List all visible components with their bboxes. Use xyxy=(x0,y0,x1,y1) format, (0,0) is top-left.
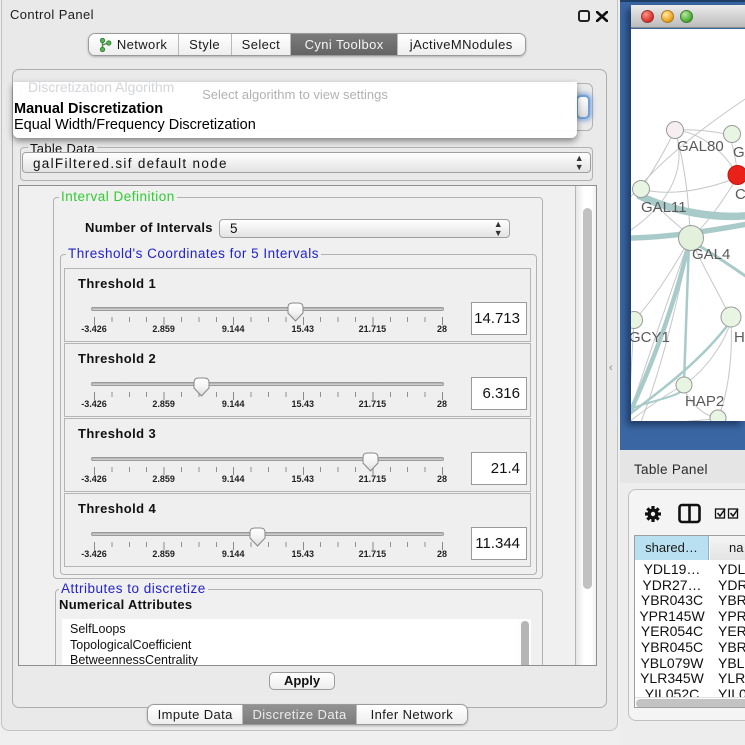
svg-text:HAP2: HAP2 xyxy=(685,393,724,410)
svg-text:GAL4: GAL4 xyxy=(692,246,730,263)
svg-text:C: C xyxy=(735,186,745,203)
svg-text:GA: GA xyxy=(733,144,745,161)
svg-text:GAL11: GAL11 xyxy=(641,199,687,216)
svg-text:H: H xyxy=(734,329,745,346)
svg-text:GAL80: GAL80 xyxy=(677,138,724,155)
svg-text:GCY1: GCY1 xyxy=(631,329,670,346)
